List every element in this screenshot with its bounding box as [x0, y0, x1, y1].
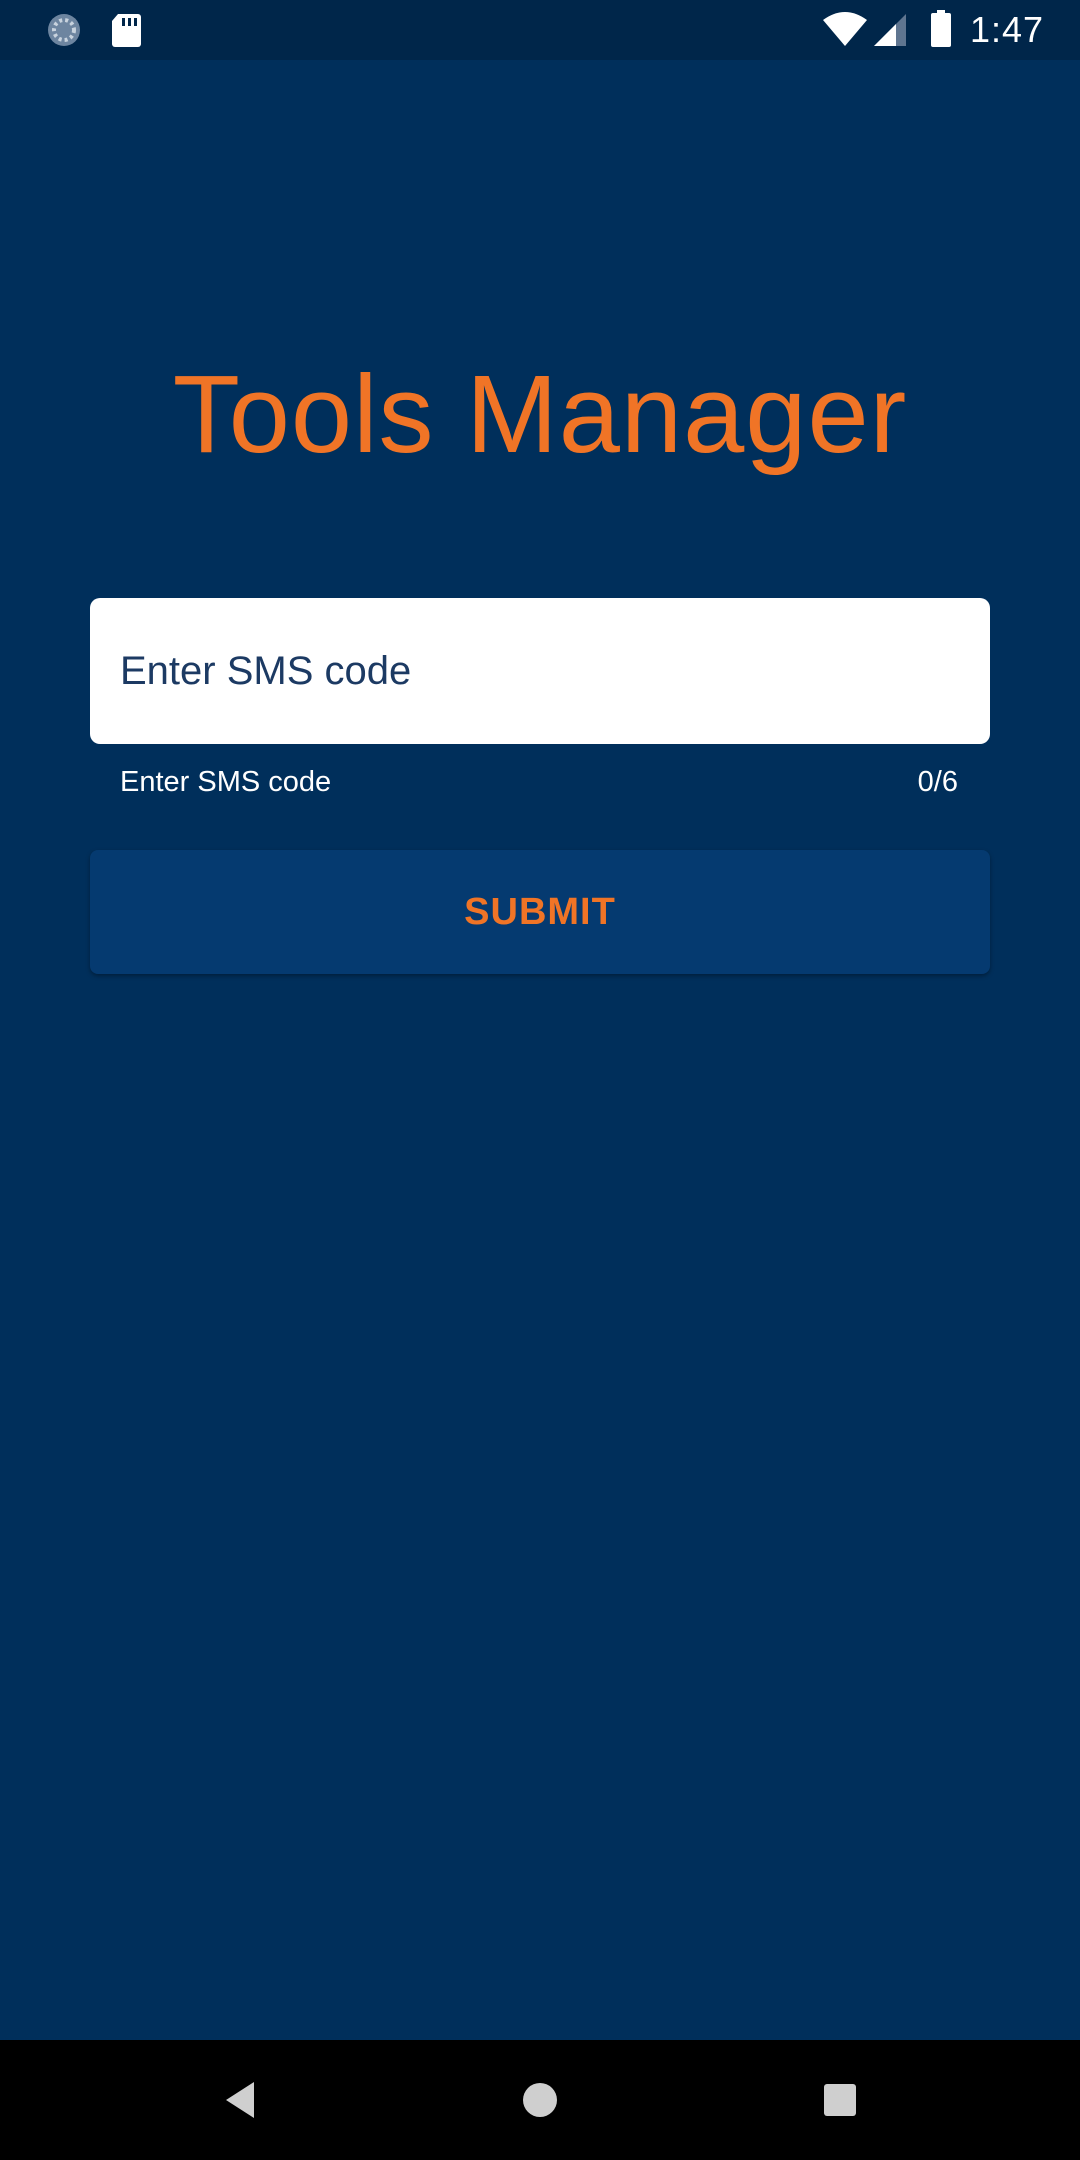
home-icon[interactable] — [522, 2082, 558, 2118]
sms-code-input[interactable] — [120, 598, 960, 744]
cell-signal-icon — [872, 12, 908, 48]
character-counter: 0/6 — [917, 766, 958, 798]
status-bar: 1:47 — [0, 0, 1080, 60]
battery-icon — [930, 10, 952, 48]
sms-code-field[interactable] — [90, 598, 990, 744]
sms-code-helper-text: Enter SMS code — [120, 766, 332, 798]
sd-card-icon — [110, 12, 142, 48]
navigation-bar — [0, 2040, 1080, 2160]
submit-button-label: SUBMIT — [464, 890, 616, 933]
status-time: 1:47 — [970, 9, 1045, 50]
recents-icon[interactable] — [822, 2082, 858, 2118]
submit-button[interactable]: SUBMIT — [90, 850, 990, 974]
app-screen: 1:47 Tools Manager Enter SMS code 0/6 SU… — [0, 0, 1080, 2160]
wifi-icon — [822, 12, 868, 48]
app-title: Tools Manager — [172, 353, 908, 476]
back-icon[interactable] — [222, 2080, 258, 2120]
sync-icon — [46, 12, 82, 48]
